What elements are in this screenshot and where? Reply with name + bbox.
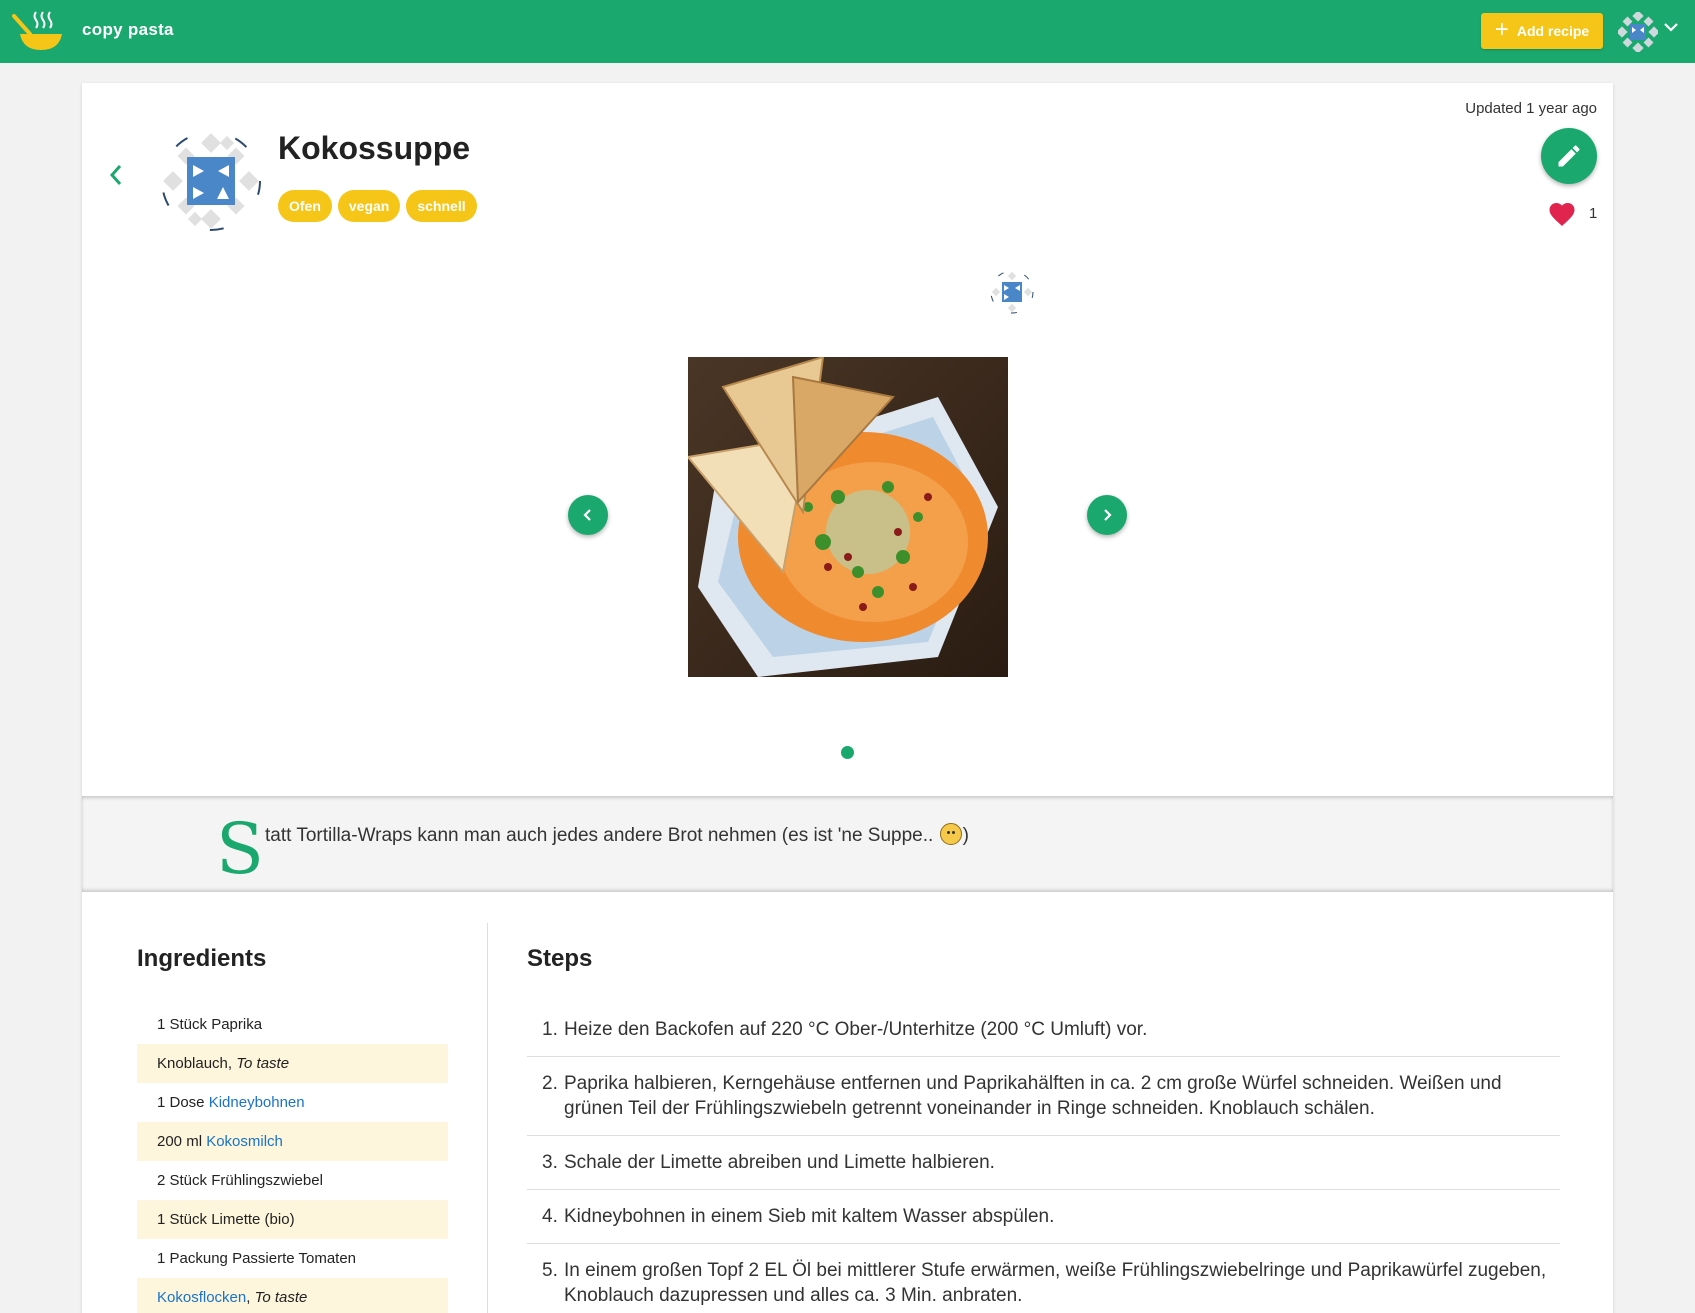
like-control[interactable]: 1 <box>1547 199 1597 227</box>
pencil-icon <box>1558 145 1580 167</box>
column-divider <box>487 923 488 1313</box>
ingredient-list: 1 Stück Paprika Knoblauch, To taste 1 Dose… <box>137 1005 448 1313</box>
tag-chip[interactable]: Ofen <box>278 190 332 222</box>
step-number: 5. <box>542 1260 558 1281</box>
recipe-card: Updated 1 year ago Kokossuppe Ofen vegan… <box>82 83 1613 1313</box>
ingredient-row: 200 ml Kokosmilch <box>137 1122 448 1161</box>
carousel-prev-button[interactable] <box>568 495 608 535</box>
ingredient-quantity: 200 ml <box>157 1133 203 1150</box>
steps-heading: Steps <box>527 945 593 972</box>
chevron-right-icon <box>1104 509 1112 521</box>
step-list: 1. Heize den Backofen auf 220 °C Ober-/Un… <box>527 1003 1560 1313</box>
plus-icon: + <box>1494 16 1509 43</box>
like-count: 1 <box>1589 204 1598 222</box>
ingredient-name: Paprika <box>211 1016 263 1033</box>
ingredients-heading: Ingredients <box>137 945 267 972</box>
chevron-left-icon <box>583 509 591 521</box>
ingredient-row: 1 Packung Passierte Tomaten <box>137 1239 448 1278</box>
step-item: 2. Paprika halbieren, Kerngehäuse entfern… <box>527 1057 1560 1136</box>
brand-logo[interactable] <box>12 8 68 54</box>
ingredient-quantity: 1 Dose <box>157 1094 205 1111</box>
note-dropcap: S <box>216 808 264 890</box>
soup-bowl-icon <box>12 11 62 50</box>
step-item: 4. Kidneybohnen in einem Sieb mit kaltem … <box>527 1190 1560 1244</box>
recipe-note: S tatt Tortilla-Wraps kann man auch jede… <box>82 796 1613 892</box>
edit-recipe-button[interactable] <box>1541 128 1597 184</box>
recipe-photo <box>688 357 1008 677</box>
ingredient-name: Passierte Tomaten <box>232 1250 357 1267</box>
step-number: 4. <box>542 1206 558 1227</box>
step-item: 5. In einem großen Topf 2 EL Öl bei mittl… <box>527 1244 1560 1313</box>
ingredient-row: 1 Dose Kidneybohnen <box>137 1083 448 1122</box>
user-avatar[interactable] <box>1616 10 1660 57</box>
ingredient-row: Knoblauch, To taste <box>137 1044 448 1083</box>
author-avatar[interactable] <box>160 130 262 237</box>
tag-chip[interactable]: vegan <box>337 190 401 222</box>
heart-icon[interactable] <box>1547 199 1577 227</box>
back-button[interactable] <box>106 161 126 194</box>
step-text: Kidneybohnen in einem Sieb mit kaltem Wa… <box>564 1206 1055 1227</box>
ingredient-row: 1 Stück Limette (bio) <box>137 1200 448 1239</box>
image-uploader-avatar[interactable] <box>990 270 1034 319</box>
carousel-next-button[interactable] <box>1087 495 1127 535</box>
tag-chip[interactable]: schnell <box>406 190 477 222</box>
carousel-indicator-dot[interactable] <box>841 746 854 759</box>
step-text: Paprika halbieren, Kerngehäuse entfernen… <box>564 1073 1502 1119</box>
step-number: 1. <box>542 1019 558 1040</box>
note-close: ) <box>962 825 969 846</box>
step-number: 3. <box>542 1152 558 1173</box>
add-recipe-button[interactable]: + Add recipe <box>1481 13 1603 49</box>
updated-timestamp: Updated 1 year ago <box>1465 100 1597 117</box>
step-item: 3. Schale der Limette abreiben und Limett… <box>527 1136 1560 1190</box>
rolling-eyes-emoji-icon <box>939 823 962 845</box>
recipe-title: Kokossuppe <box>278 130 471 166</box>
ingredient-row: Kokosflocken, To taste <box>137 1278 448 1313</box>
step-number: 2. <box>542 1073 558 1094</box>
ingredient-quantity: 1 Packung <box>157 1250 228 1267</box>
ingredient-quantity: 1 Stück <box>157 1016 208 1033</box>
step-text: In einem großen Topf 2 EL Öl bei mittler… <box>564 1260 1547 1306</box>
add-recipe-label: Add recipe <box>1516 23 1590 39</box>
ingredient-name: Knoblauch <box>157 1055 228 1072</box>
ingredient-row: 2 Stück Frühlingszwiebel <box>137 1161 448 1200</box>
note-text: tatt Tortilla-Wraps kann man auch jedes … <box>265 823 969 847</box>
step-text: Heize den Backofen auf 220 °C Ober-/Unte… <box>564 1019 1148 1040</box>
step-item: 1. Heize den Backofen auf 220 °C Ober-/Un… <box>527 1003 1560 1057</box>
ingredient-link[interactable]: Kokosmilch <box>206 1133 283 1150</box>
chevron-down-icon[interactable] <box>1662 18 1680 41</box>
tag-list: Ofen vegan schnell <box>278 190 477 222</box>
ingredient-row: 1 Stück Paprika <box>137 1005 448 1044</box>
chevron-left-icon <box>109 165 122 185</box>
ingredient-link[interactable]: Kokosflocken <box>157 1289 246 1306</box>
ingredient-quantity: 2 Stück <box>157 1172 208 1189</box>
ingredient-link[interactable]: Kidneybohnen <box>209 1094 305 1111</box>
ingredient-name: Frühlingszwiebel <box>211 1172 323 1189</box>
ingredient-name: Limette (bio) <box>211 1211 295 1228</box>
step-text: Schale der Limette abreiben und Limette … <box>564 1152 995 1173</box>
app-title[interactable]: copy pasta <box>82 20 174 40</box>
note-body: tatt Tortilla-Wraps kann man auch jedes … <box>265 825 934 846</box>
ingredient-note: To taste <box>236 1055 290 1072</box>
top-bar: copy pasta + Add recipe <box>0 0 1695 63</box>
ingredient-quantity: 1 Stück <box>157 1211 208 1228</box>
ingredient-note: To taste <box>254 1289 308 1306</box>
